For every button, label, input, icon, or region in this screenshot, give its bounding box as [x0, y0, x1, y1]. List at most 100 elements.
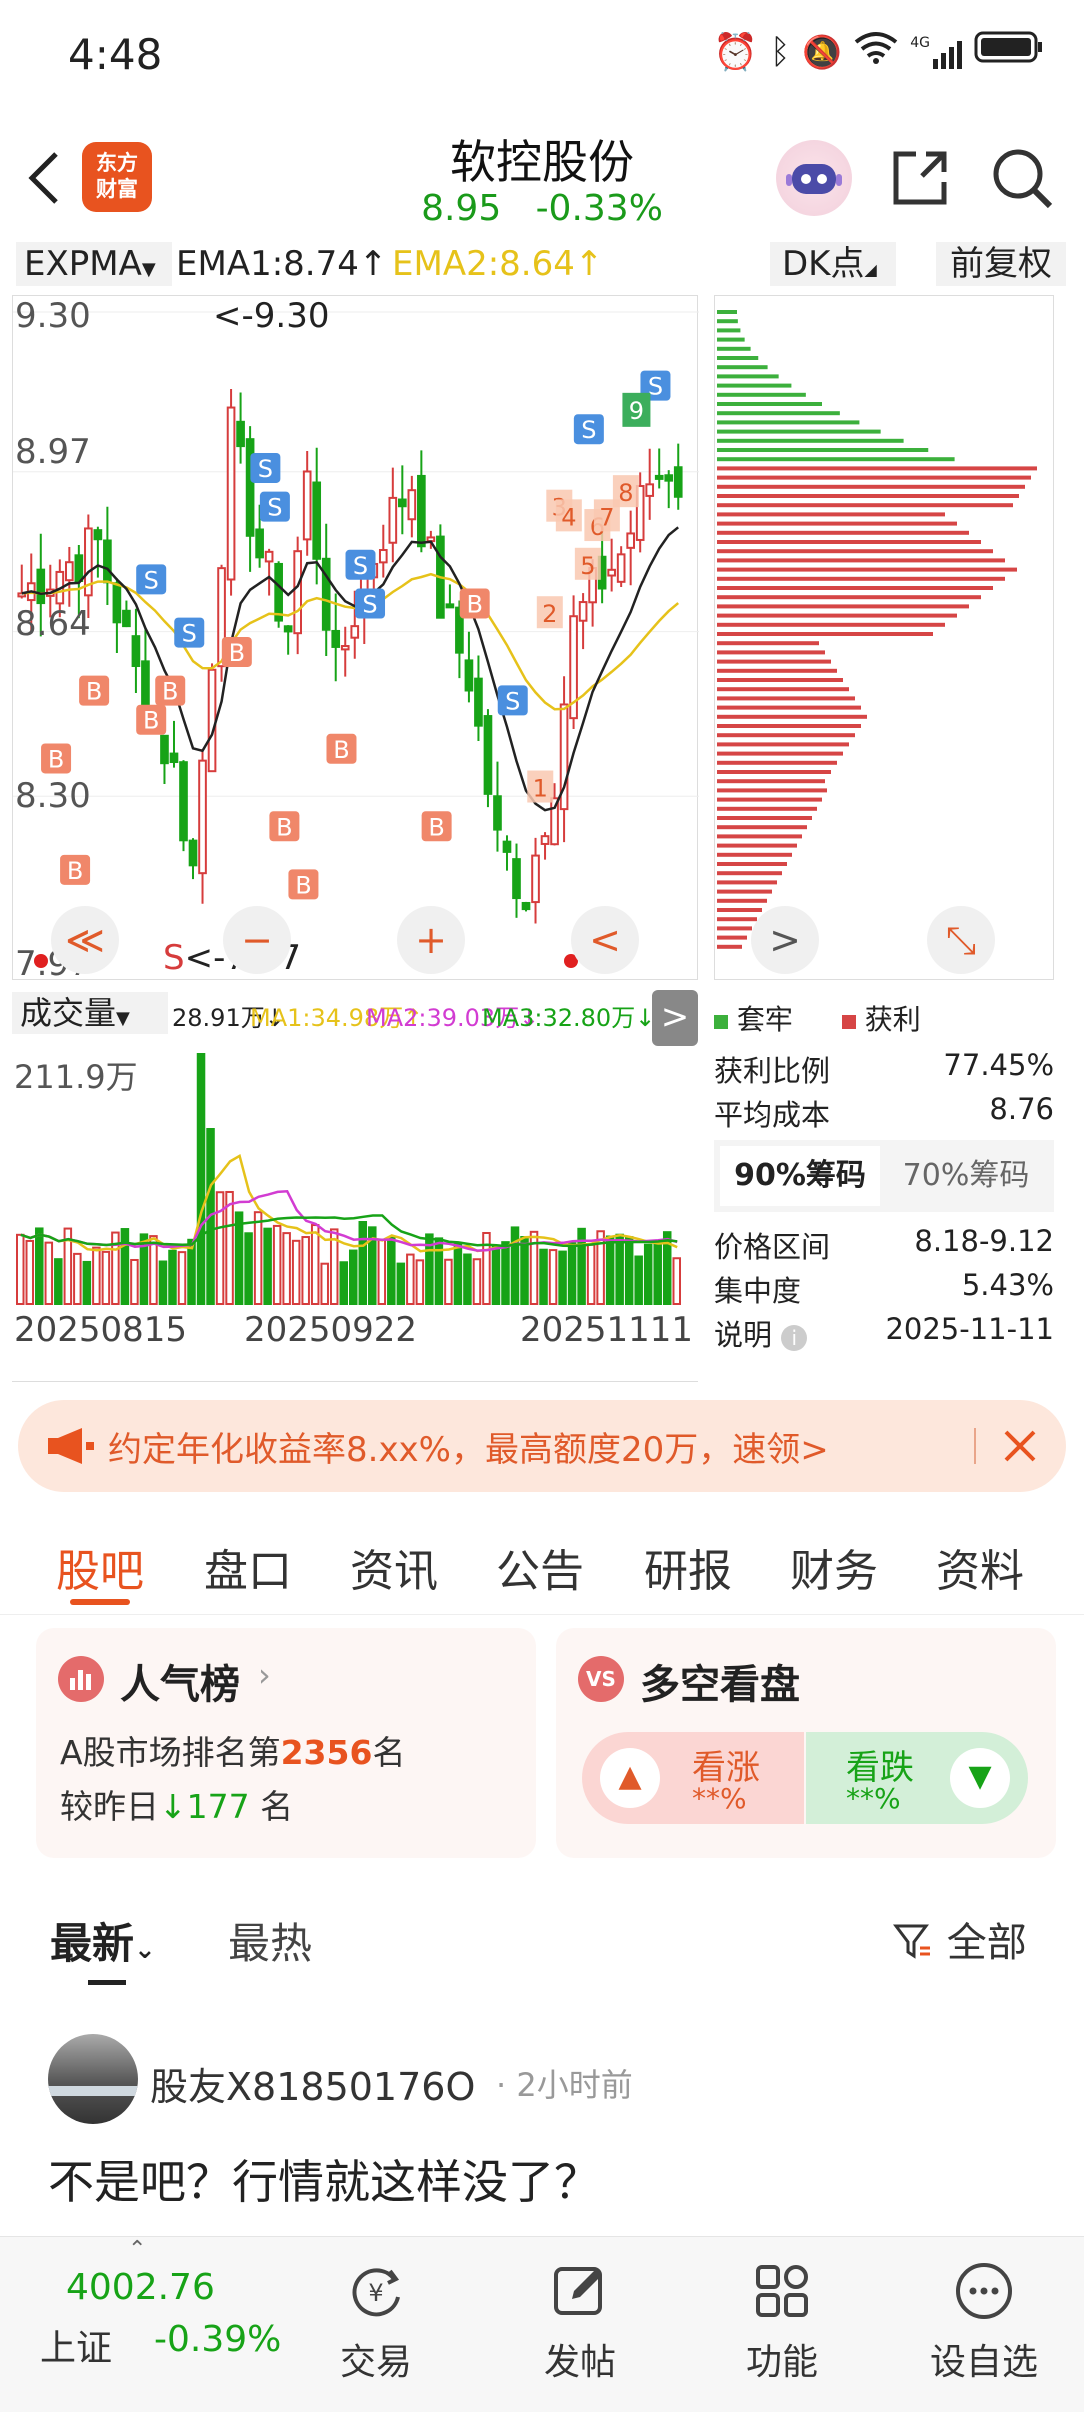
scroll-left-button[interactable]: ≪ [51, 906, 119, 974]
tab-research[interactable]: 研报 [644, 1535, 732, 1599]
post-username[interactable]: 股友X81850176O [150, 2056, 475, 2111]
tab-announcement[interactable]: 公告 [496, 1535, 584, 1599]
count-signal-text: 4 [561, 503, 576, 531]
chevron-up-icon: ⌃ [128, 2237, 147, 2262]
chip-trapped-bar [717, 337, 745, 342]
bear-value: **% [846, 1782, 901, 1815]
nav-trade[interactable]: ¥ 交易 [296, 2237, 456, 2412]
volume-bar [463, 1253, 472, 1305]
chip-profit-bar [717, 494, 1019, 498]
volume-bar [149, 1235, 158, 1305]
index-name: 上证 [40, 2328, 113, 2369]
zoom-out-button[interactable]: − [223, 906, 291, 974]
fq-button[interactable]: 前复权 [936, 242, 1066, 286]
chip-profit-bar [717, 935, 747, 940]
chip-stat-row: 获利比例 77.45% [714, 1048, 1054, 1090]
promo-banner[interactable]: 约定年化收益率8.xx%，最高额度20万，速领> [18, 1400, 1066, 1492]
chip-trapped-bar [717, 429, 881, 434]
tab-profile[interactable]: 资料 [936, 1535, 1024, 1599]
candle-body [264, 550, 274, 563]
stat-label: 价格区间 [714, 1230, 831, 1264]
prev-day-button[interactable]: < [571, 906, 639, 974]
volume-bar [44, 1241, 54, 1306]
kline-chart[interactable]: BBBBBBBBBBBSSSSSSSSS123456789 9.30 8.97 … [12, 295, 699, 984]
filter-all[interactable]: 全部 [892, 1910, 1027, 1968]
chip-tab-90[interactable]: 90%筹码 [720, 1146, 880, 1206]
count-signal-text: 7 [599, 503, 614, 531]
status-bar: 4:48 ⏰ ᛒ 🔕 4G [0, 0, 1084, 112]
date-label: 20251111 [520, 1310, 694, 1350]
volume-bar [472, 1258, 482, 1306]
tab-finance[interactable]: 财务 [790, 1535, 878, 1599]
next-day-button[interactable]: > [751, 906, 819, 974]
volume-bar [253, 1211, 263, 1305]
volume-chart: 211.9万 20250815 20250922 20251111 [12, 1042, 698, 1382]
volume-select[interactable]: 成交量▼ [12, 992, 168, 1034]
filter-all-label: 全部 [946, 1920, 1027, 1966]
search-icon[interactable] [990, 146, 1056, 212]
candle-body [122, 609, 131, 628]
avatar[interactable] [48, 2034, 138, 2124]
volume-bar [510, 1226, 520, 1305]
sell-signal-text: S [144, 566, 159, 594]
sentiment-title: 多空看盘 [640, 1662, 800, 1708]
zoom-in-button[interactable]: + [397, 906, 465, 974]
chip-profit-bar [717, 705, 861, 710]
chip-profit-bar [717, 834, 802, 839]
post-content[interactable]: 不是吧？行情就这样没了？ [48, 2146, 600, 2212]
expand-icon[interactable]: ⤡ [927, 906, 995, 974]
share-icon[interactable] [888, 146, 952, 210]
status-time: 4:48 [68, 30, 163, 79]
bull-button[interactable]: ▲ 看涨 **% [582, 1732, 804, 1824]
stat-value: 8.18-9.12 [914, 1224, 1054, 1258]
chip-stat-row: 集中度 5.43% [714, 1268, 1054, 1310]
stat-value: 2025-11-11 [885, 1312, 1054, 1346]
volume-bar [377, 1238, 387, 1305]
close-icon[interactable] [994, 1420, 1046, 1472]
bear-button[interactable]: 看跌 **% ▼ [806, 1732, 1028, 1824]
volume-bar [434, 1237, 444, 1305]
chip-tabs: 90%筹码 70%筹码 [714, 1140, 1054, 1212]
sort-hot[interactable]: 最热 [228, 1910, 312, 1971]
tab-guba[interactable]: 股吧 [56, 1535, 144, 1599]
chip-trapped-bar [717, 392, 806, 397]
candle-body [188, 839, 198, 867]
tab-news[interactable]: 资讯 [350, 1535, 438, 1599]
candle-body [578, 601, 588, 622]
tab-pankou[interactable]: 盘口 [204, 1535, 292, 1599]
volume-bar [272, 1224, 282, 1305]
battery-icon [974, 30, 1044, 73]
chip-profit-bar [717, 843, 797, 848]
chip-profit-bar [717, 825, 807, 830]
stat-label: 获利比例 [714, 1054, 831, 1088]
candle-body [407, 489, 417, 521]
chip-tab-70[interactable]: 70%筹码 [884, 1146, 1048, 1206]
info-icon[interactable]: i [781, 1325, 808, 1351]
candle-body [321, 557, 331, 631]
chip-trapped-bar [717, 346, 751, 351]
chip-profit-bar [717, 944, 742, 949]
nav-functions[interactable]: 功能 [702, 2237, 862, 2412]
price-label: 8.30 [15, 776, 91, 816]
dk-select-label: DK点 [782, 244, 865, 284]
chip-legend: 套牢 获利 [714, 998, 1054, 1038]
collapse-chart-button[interactable]: > [652, 990, 698, 1046]
nav-post[interactable]: 发帖 [500, 2237, 660, 2412]
index-ticker[interactable]: ⌃ 4002.76 上证 -0.39% [0, 2237, 300, 2412]
indicator-select[interactable]: EXPMA▼ [16, 242, 172, 286]
chip-profit-bar [717, 567, 1017, 572]
ai-assistant-icon[interactable] [776, 140, 852, 216]
nav-add-watchlist[interactable]: 设自选 [904, 2237, 1064, 2412]
chip-profit-bar [717, 871, 782, 876]
candle-body [112, 582, 122, 624]
candle-body [331, 629, 341, 648]
popularity-card[interactable]: 人气榜 › A股市场排名第2356名 较昨日↓177 名 [36, 1628, 536, 1858]
chip-distribution-chart: > ⤡ [714, 295, 1054, 980]
count-signal-text: 8 [618, 479, 633, 507]
dk-select[interactable]: DK点◢ [770, 242, 896, 286]
buy-signal-text: B [86, 678, 102, 706]
chip-profit-bar [717, 687, 849, 692]
volume-bar [349, 1249, 358, 1306]
sort-latest[interactable]: 最新⌄ [50, 1910, 156, 1971]
candle-body [302, 470, 312, 541]
